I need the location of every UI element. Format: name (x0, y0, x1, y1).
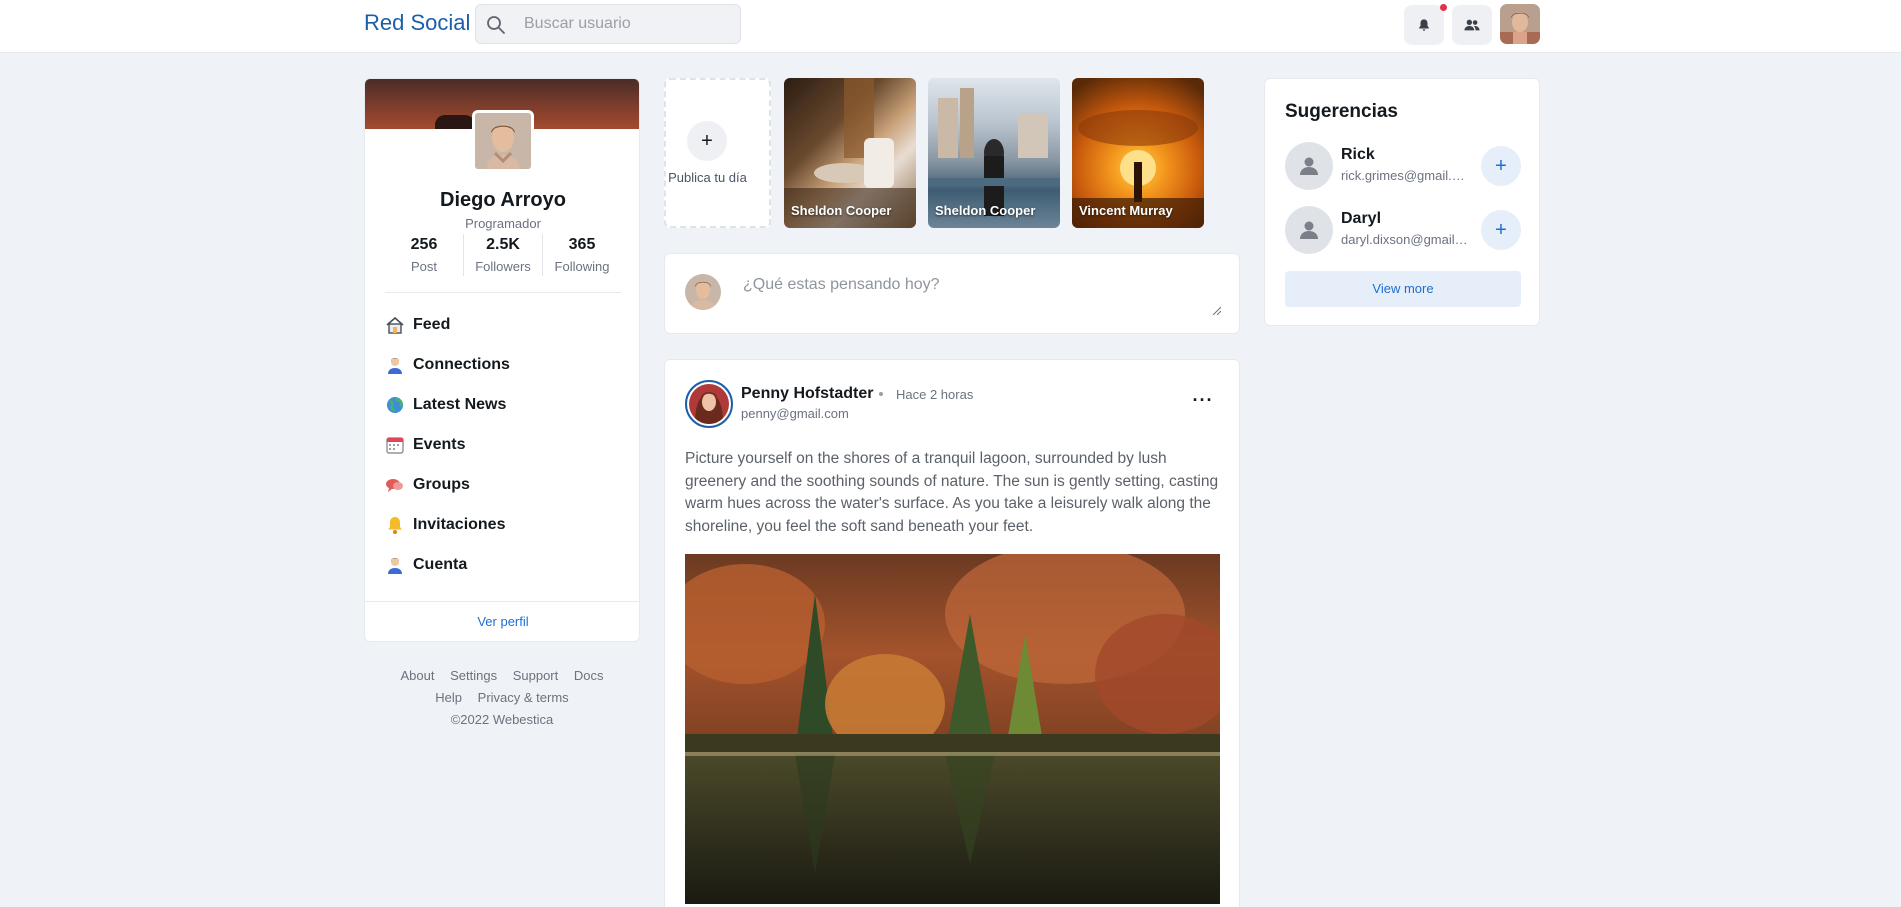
story-card[interactable]: Sheldon Cooper (784, 78, 916, 228)
suggestion-email: daryl.dixson@gmail.com (1341, 232, 1469, 247)
add-friend-button[interactable]: + (1481, 146, 1521, 186)
post-text: Picture yourself on the shores of a tran… (685, 450, 1219, 535)
nav-item-groups[interactable]: Groups (385, 465, 621, 505)
composer-avatar (685, 274, 721, 310)
footer-link-docs[interactable]: Docs (574, 668, 604, 683)
post-author-avatar[interactable] (685, 380, 733, 428)
resize-grip-icon[interactable] (1211, 305, 1221, 315)
house-icon (385, 315, 405, 335)
user-placeholder-icon[interactable] (1285, 206, 1333, 254)
story-card[interactable]: Sheldon Cooper (928, 78, 1060, 228)
user-avatar[interactable] (1500, 4, 1540, 44)
user-placeholder-icon[interactable] (1285, 142, 1333, 190)
copyright: ©2022 Webestica (450, 712, 554, 727)
footer-link-help[interactable]: Help (435, 690, 462, 705)
footer-link-about[interactable]: About (400, 668, 434, 683)
nav-item-events[interactable]: Events (385, 425, 621, 465)
view-profile-link[interactable]: Ver perfil (365, 601, 639, 641)
nav-item-connections[interactable]: Connections (385, 345, 621, 385)
suggestion-name[interactable]: Daryl (1341, 210, 1381, 228)
composer-input[interactable] (743, 276, 1221, 316)
suggestions-card: Sugerencias Rick rick.grimes@gmail.com +… (1264, 78, 1540, 326)
stat-value: 2.5K (486, 236, 520, 253)
stat-following: 365 Following (542, 234, 621, 276)
composer-avatar-image (685, 274, 721, 310)
stat-label: Followers (475, 259, 531, 274)
view-more-button[interactable]: View more (1285, 271, 1521, 307)
nav-item-latest-news[interactable]: Latest News (385, 385, 621, 425)
people-icon (1464, 19, 1480, 31)
search-box[interactable] (475, 4, 741, 44)
story-name: Sheldon Cooper (935, 203, 1036, 218)
profile-card: Diego Arroyo Programador 256 Post 2.5K F… (364, 78, 640, 642)
footer-link-privacy[interactable]: Privacy & terms (478, 690, 569, 705)
stat-label: Following (554, 259, 610, 274)
nav-label: Cuenta (413, 556, 468, 573)
post-composer (664, 253, 1240, 334)
divider (385, 292, 621, 293)
add-friend-button[interactable]: + (1481, 210, 1521, 250)
user-avatar-image (1500, 4, 1540, 44)
search-input[interactable] (524, 5, 734, 43)
post-author-name[interactable]: Penny Hofstadter (741, 385, 873, 403)
post-card: Penny Hofstadter Hace 2 horas penny@gmai… (664, 359, 1240, 907)
stat-followers: 2.5K Followers (463, 234, 542, 276)
suggestion-item: Daryl daryl.dixson@gmail.com + (1285, 206, 1521, 254)
post-author-email: penny@gmail.com (741, 406, 849, 421)
more-options-icon[interactable]: ··· (1191, 390, 1215, 410)
profile-role: Programador (465, 216, 541, 231)
stat-label: Post (410, 259, 437, 274)
profile-avatar-image (475, 113, 531, 169)
bell-icon (1419, 19, 1429, 31)
nav-label: Groups (413, 476, 470, 493)
calendar-icon (385, 435, 405, 455)
friends-button[interactable] (1452, 5, 1492, 45)
post-author-avatar-image (689, 384, 729, 424)
profile-nav: Feed Connections Latest News Events Grou… (385, 305, 621, 585)
separator-dot (879, 392, 883, 396)
suggestion-name[interactable]: Rick (1341, 146, 1375, 164)
brand-logo[interactable]: Red Social (364, 10, 470, 36)
nav-label: Latest News (413, 396, 507, 413)
notification-badge (1440, 4, 1447, 11)
nav-label: Feed (413, 316, 451, 333)
search-icon (487, 16, 505, 34)
chat-bubbles-icon (385, 475, 405, 495)
add-story-label: Publica tu día (668, 170, 747, 185)
nav-label: Invitaciones (413, 516, 506, 533)
post-image[interactable] (685, 554, 1220, 904)
story-name: Vincent Murray (1079, 203, 1173, 218)
globe-icon (385, 395, 405, 415)
nav-item-feed[interactable]: Feed (385, 305, 621, 345)
plus-icon: + (687, 121, 727, 161)
footer-links: About Settings Support Docs Help Privacy… (364, 665, 640, 709)
profile-stats: 256 Post 2.5K Followers 365 Following (385, 234, 621, 276)
autumn-lake-photo (685, 554, 1220, 904)
nav-item-account[interactable]: Cuenta (385, 545, 621, 585)
add-story-button[interactable]: + Publica tu día (664, 78, 771, 228)
notifications-button[interactable] (1404, 5, 1444, 45)
nav-item-invitations[interactable]: Invitaciones (385, 505, 621, 545)
suggestion-email: rick.grimes@gmail.com (1341, 168, 1469, 183)
story-card[interactable]: Vincent Murray (1072, 78, 1204, 228)
stat-value: 256 (410, 236, 438, 253)
person-icon (385, 555, 405, 575)
suggestions-title: Sugerencias (1285, 101, 1398, 122)
nav-label: Connections (413, 356, 510, 373)
person-icon (385, 355, 405, 375)
stat-value: 365 (568, 236, 596, 253)
top-navbar: Red Social (0, 0, 1901, 53)
profile-avatar[interactable] (472, 110, 534, 172)
nav-label: Events (413, 436, 466, 453)
stat-posts: 256 Post (385, 234, 463, 276)
footer-link-support[interactable]: Support (513, 668, 559, 683)
suggestion-item: Rick rick.grimes@gmail.com + (1285, 142, 1521, 190)
profile-name: Diego Arroyo (440, 189, 566, 211)
footer-link-settings[interactable]: Settings (450, 668, 497, 683)
story-name: Sheldon Cooper (791, 203, 892, 218)
post-time: Hace 2 horas (896, 387, 974, 402)
bell-icon (385, 515, 405, 535)
